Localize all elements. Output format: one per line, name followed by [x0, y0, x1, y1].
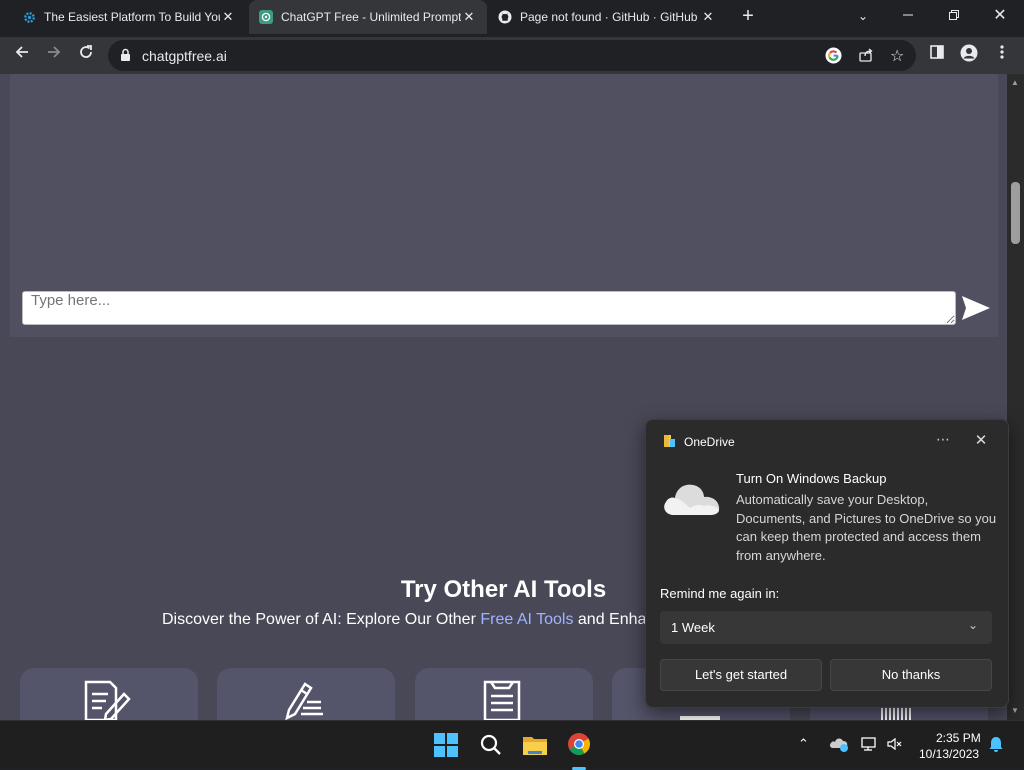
tab-github[interactable]: Page not found · GitHub · GitHub ✕: [488, 0, 726, 34]
chrome-icon: [568, 733, 590, 755]
tab-chatgpt-free[interactable]: ChatGPT Free - Unlimited Prompts ✕: [249, 0, 487, 34]
chrome-taskbar-button[interactable]: [563, 729, 595, 770]
forward-button[interactable]: [42, 44, 66, 66]
kebab-menu-icon: [1000, 45, 1004, 59]
notification-body: Automatically save your Desktop, Documen…: [736, 492, 997, 563]
side-panel-icon: [930, 45, 944, 59]
onedrive-logo-icon: [662, 434, 676, 453]
windows-logo-icon: [434, 733, 458, 757]
send-button[interactable]: [960, 293, 992, 323]
reload-button[interactable]: [74, 44, 98, 66]
minimize-icon: [903, 14, 913, 16]
onedrive-tray-icon[interactable]: [829, 736, 849, 757]
start-button[interactable]: [430, 729, 462, 761]
restore-button[interactable]: [934, 4, 974, 28]
reload-icon: [80, 45, 92, 58]
scroll-thumb[interactable]: [1011, 182, 1020, 244]
scroll-down-icon[interactable]: ▼: [1011, 706, 1019, 715]
browser-toolbar: chatgptfree.ai ☆: [0, 37, 1024, 74]
back-arrow-icon: [15, 46, 28, 58]
remind-label: Remind me again in:: [660, 586, 780, 601]
cloud-icon: [660, 477, 722, 522]
close-tab-icon[interactable]: ✕: [461, 9, 477, 25]
chevron-down-icon: ⌄: [967, 618, 978, 632]
tab-strip: The Easiest Platform To Build Your Own ✕…: [0, 0, 1024, 37]
forward-arrow-icon: [48, 46, 61, 58]
share-icon[interactable]: [858, 47, 874, 68]
tools-section-subtitle: Discover the Power of AI: Explore Our Ot…: [162, 611, 646, 629]
notification-app-name: OneDrive: [684, 435, 735, 449]
tab-title: ChatGPT Free - Unlimited Prompts: [281, 10, 461, 24]
volume-muted-icon[interactable]: [886, 737, 904, 756]
close-notification-icon[interactable]: ✕: [971, 431, 991, 451]
side-panel-button[interactable]: [925, 44, 949, 66]
document-edit-icon: [84, 680, 131, 720]
onedrive-notification: OneDrive ⋯ ✕ Turn On Windows Backup Auto…: [645, 419, 1009, 708]
google-icon[interactable]: [825, 47, 842, 69]
more-options-icon[interactable]: ⋯: [933, 431, 953, 451]
scroll-up-icon[interactable]: ▲: [1011, 78, 1019, 87]
file-explorer-button[interactable]: [519, 729, 551, 761]
network-icon[interactable]: [860, 737, 878, 756]
chat-panel: [10, 74, 998, 337]
menu-button[interactable]: [990, 44, 1014, 66]
close-tab-icon[interactable]: ✕: [700, 9, 716, 25]
gear-icon: [22, 10, 36, 24]
notification-bell-icon[interactable]: [988, 735, 1004, 758]
free-ai-tools-link[interactable]: Free AI Tools: [480, 611, 573, 628]
tool-card[interactable]: [415, 668, 593, 720]
github-icon: [498, 10, 512, 24]
close-tab-icon[interactable]: ✕: [220, 9, 236, 25]
profile-icon: [960, 44, 978, 62]
clock-time[interactable]: 2:35 PM: [936, 731, 981, 745]
page-scrollbar[interactable]: ▲ ▼: [1007, 74, 1024, 720]
remind-select-value: 1 Week: [671, 620, 715, 635]
address-bar[interactable]: chatgptfree.ai ☆: [108, 40, 916, 71]
tool-card[interactable]: [217, 668, 395, 720]
chatgpt-icon: [259, 10, 273, 24]
folder-icon: [523, 737, 547, 755]
clock-date[interactable]: 10/13/2023: [919, 747, 979, 761]
new-tab-button[interactable]: +: [736, 6, 760, 28]
profile-button[interactable]: [957, 44, 981, 66]
pencil-lines-icon: [285, 682, 323, 720]
notification-title: Turn On Windows Backup: [736, 471, 887, 486]
tab-title: Page not found · GitHub · GitHub: [520, 10, 698, 24]
windows-taskbar: ⌃ 2:35 PM 10/13/2023: [0, 720, 1024, 770]
url-text: chatgptfree.ai: [142, 48, 227, 64]
lock-icon[interactable]: [120, 48, 131, 67]
tab-search-button[interactable]: ⌄: [843, 4, 883, 28]
subtitle-text-end: and Enha: [573, 611, 647, 628]
subtitle-text: Discover the Power of AI: Explore Our Ot…: [162, 611, 481, 628]
restore-icon: [949, 10, 959, 20]
minimize-button[interactable]: [888, 4, 928, 28]
tab-easiest-platform[interactable]: The Easiest Platform To Build Your Own ✕: [12, 0, 246, 34]
show-hidden-icons-icon[interactable]: ⌃: [798, 736, 809, 752]
back-button[interactable]: [10, 44, 34, 66]
tool-card[interactable]: [20, 668, 198, 720]
newspaper-icon: [483, 680, 521, 720]
no-thanks-button[interactable]: No thanks: [830, 659, 992, 691]
tab-title: The Easiest Platform To Build Your Own: [44, 10, 220, 24]
search-icon: [480, 734, 501, 755]
prompt-input[interactable]: [22, 291, 956, 325]
search-button[interactable]: [475, 729, 507, 761]
remind-select[interactable]: 1 Week ⌄: [660, 611, 992, 644]
close-window-button[interactable]: ✕: [980, 4, 1020, 28]
lets-get-started-button[interactable]: Let's get started: [660, 659, 822, 691]
bookmark-star-icon[interactable]: ☆: [890, 46, 904, 66]
